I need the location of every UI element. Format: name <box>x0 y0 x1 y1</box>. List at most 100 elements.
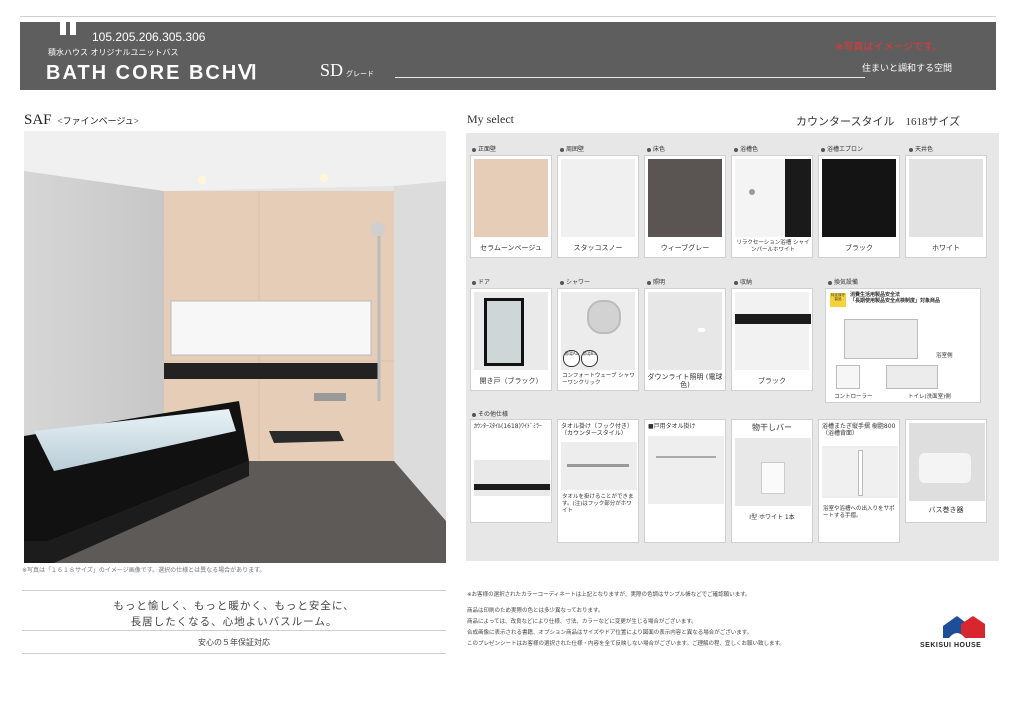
door-towel-image <box>648 436 724 504</box>
brand-name: SEKISUI HOUSE <box>920 642 982 649</box>
bathroom-illustration <box>24 131 446 563</box>
label-tub-apron: 浴槽エプロン <box>821 144 863 153</box>
label-front-wall: 正面壁 <box>472 144 496 153</box>
storage-image <box>735 292 811 370</box>
note-line-3: 商品によっては、改良などにより仕様、寸法、カラーなどに変更が生じる場合がございま… <box>467 619 697 625</box>
header-rule <box>395 77 865 78</box>
spec-card-drying-bar: 物干しバー I型 ホワイト 1本 <box>731 419 813 543</box>
spec-title: 浴槽またぎ縦手摺 樹脂800（浴槽背面） <box>822 423 896 437</box>
note-line-1: ※お客様の選択されたカラーコーディネートは上記となりますが、実際の色調はサンプル… <box>467 592 751 598</box>
swatch-caption: ウィーブグレー <box>660 244 710 252</box>
swatch-caption: リラクセーション浴槽 シャインパールホワイト <box>736 240 810 253</box>
tub-cover-image <box>909 423 985 501</box>
label-side-wall: 周囲壁 <box>560 144 584 153</box>
option-card-door: 開き戸（ブラック） <box>470 288 552 391</box>
mirror-image <box>474 460 550 496</box>
divider <box>22 653 446 654</box>
logo-mark <box>70 22 76 35</box>
swatch-tub <box>735 159 811 237</box>
swatch-card-ceiling: ホワイト <box>905 155 987 258</box>
swatch-card-tub: リラクセーション浴槽 シャインパールホワイト <box>731 155 813 258</box>
bathroom-photo <box>24 131 446 563</box>
counter-style-size: カウンタースタイル 1618サイズ <box>796 116 961 128</box>
door-image <box>474 292 548 370</box>
plan-numbers: 105.205.206.305.306 <box>92 30 206 44</box>
ventilation-title: 消費生活用製品安全法 「長期使用製品安全点検制度」対象商品 <box>850 292 940 304</box>
grade-value: SD <box>320 60 344 80</box>
spec-caption: I型 ホワイト 1本 <box>749 514 795 521</box>
model-code: SAF <box>24 112 52 128</box>
tagline-line-2: 長居したくなる、心地よいバスルーム。 <box>130 617 338 628</box>
swatch-white <box>561 159 635 237</box>
handrail-image <box>822 446 898 498</box>
swatch-card-floor: ウィーブグレー <box>644 155 726 258</box>
logo-mark <box>60 22 66 35</box>
swatch-card-side-wall: スタッコスノー <box>557 155 639 258</box>
option-caption: 開き戸（ブラック） <box>479 377 543 385</box>
grade-label: グレード <box>346 70 375 78</box>
label-tub-color: 浴槽色 <box>734 144 758 153</box>
option-caption: コンフォートウェーブ シャワーワンクリック <box>562 373 635 386</box>
swatch-black <box>822 159 896 237</box>
swatch-beige <box>474 159 548 237</box>
label-controller: コントローラー <box>834 394 873 400</box>
label-bath-side: 浴室側 <box>936 353 953 359</box>
lighting-image <box>648 292 722 370</box>
header-bar: 105.205.206.305.306 積水ハウス オリジナルユニットバス BA… <box>20 22 996 90</box>
label-other-specs: その他仕様 <box>472 409 508 418</box>
swatch-caption: ブラック <box>845 244 873 252</box>
option-caption: ブラック <box>758 377 786 385</box>
option-card-shower: 節湯A1 節湯B1 コンフォートウェーブ シャワーワンクリック <box>557 288 639 391</box>
badge-a1: 節湯A1 <box>563 350 580 367</box>
toilet-fan-image <box>886 365 938 389</box>
option-card-storage: ブラック <box>731 288 813 391</box>
swatch-caption: セラムーンベージュ <box>480 244 542 252</box>
spec-title: タオル掛け（フック付き）（カウンタースタイル） <box>561 423 634 437</box>
label-storage: 収納 <box>734 277 752 286</box>
fan-unit-image <box>844 319 918 359</box>
swatch-card-apron: ブラック <box>818 155 900 258</box>
grade: SD グレード <box>320 60 374 81</box>
label-floor: 床色 <box>647 144 665 153</box>
swatch-card-front-wall: セラムーンベージュ <box>470 155 552 258</box>
image-note: ※写真はイメージです。 <box>835 42 943 53</box>
option-card-ventilation: 特定保守製品 消費生活用製品安全法 「長期使用製品安全点検制度」対象商品 浴室側… <box>825 288 981 403</box>
controller-image <box>836 365 860 389</box>
selection-panel: 正面壁 周囲壁 床色 浴槽色 浴槽エプロン 天井色 セラムーンベージュ スタッコ… <box>466 133 999 561</box>
towel-bar-image <box>561 442 637 490</box>
swatch-caption: スタッコスノー <box>573 244 623 252</box>
model-name: SAF <ファインベージュ> <box>24 112 139 129</box>
spec-title: 物干しバー <box>752 423 792 432</box>
divider <box>22 630 446 631</box>
spec-title: ｶｳﾝﾀｰｽﾀｲﾙ(1618)ﾜｲﾄﾞﾐﾗｰ <box>474 423 542 430</box>
product-title: BATH CORE BCHⅥ <box>46 62 259 84</box>
note-line-4: 合成画像に表示される書籍、オプション商品はサイズやドア位置により図面の表示内容と… <box>467 630 753 636</box>
spec-card-towel-hook: タオル掛け（フック付き）（カウンタースタイル） タオルを掛けることができます。(… <box>557 419 639 543</box>
photo-caption: ※写真は「１６１８サイズ」のイメージ画像です。選択の仕様とは異なる場合があります… <box>22 567 266 574</box>
swatch-gray <box>648 159 722 237</box>
header-subtitle: 積水ハウス オリジナルユニットバス <box>48 48 179 57</box>
spec-caption: タオルを掛けることができます。(注)はフック部分がホワイト <box>562 494 634 514</box>
warranty-text: 安心の５年保証対応 <box>198 638 270 647</box>
note-line-5: このプレゼンシートはお客様の選択された仕様・内容を全て反映しない場合がございます… <box>467 641 785 647</box>
spec-caption: 浴室や浴槽への出入りをサポートする手摺。 <box>823 506 895 519</box>
drying-bar-image <box>735 438 811 506</box>
spec-title: ■戸用タオル掛け <box>648 423 696 430</box>
label-lighting: 照明 <box>647 277 665 286</box>
spec-caption: バス巻き器 <box>928 506 964 514</box>
badge-b1: 節湯B1 <box>581 350 598 367</box>
swatch-caption: ホワイト <box>932 244 960 252</box>
swatch-ceiling <box>909 159 983 237</box>
sekisui-house-logo-icon <box>943 616 985 638</box>
label-door: ドア <box>472 277 490 286</box>
my-select-heading: My select <box>467 112 514 126</box>
ventilation-title-2: 「長期使用製品安全点検制度」対象商品 <box>850 298 941 304</box>
spec-card-handrail: 浴槽またぎ縦手摺 樹脂800（浴槽背面） 浴室や浴槽への出入りをサポートする手摺… <box>818 419 900 543</box>
header-tagline: 住まいと調和する空間 <box>862 64 953 74</box>
spec-card-door-towel: ■戸用タオル掛け <box>644 419 726 543</box>
shower-image: 節湯A1 節湯B1 <box>561 292 635 370</box>
note-line-2: 商品は印刷のため実際の色とは多少異なっております。 <box>467 608 604 614</box>
label-ventilation: 換気設備 <box>828 277 858 286</box>
model-sub: <ファインベージュ> <box>57 116 139 126</box>
label-shower: シャワー <box>560 277 590 286</box>
